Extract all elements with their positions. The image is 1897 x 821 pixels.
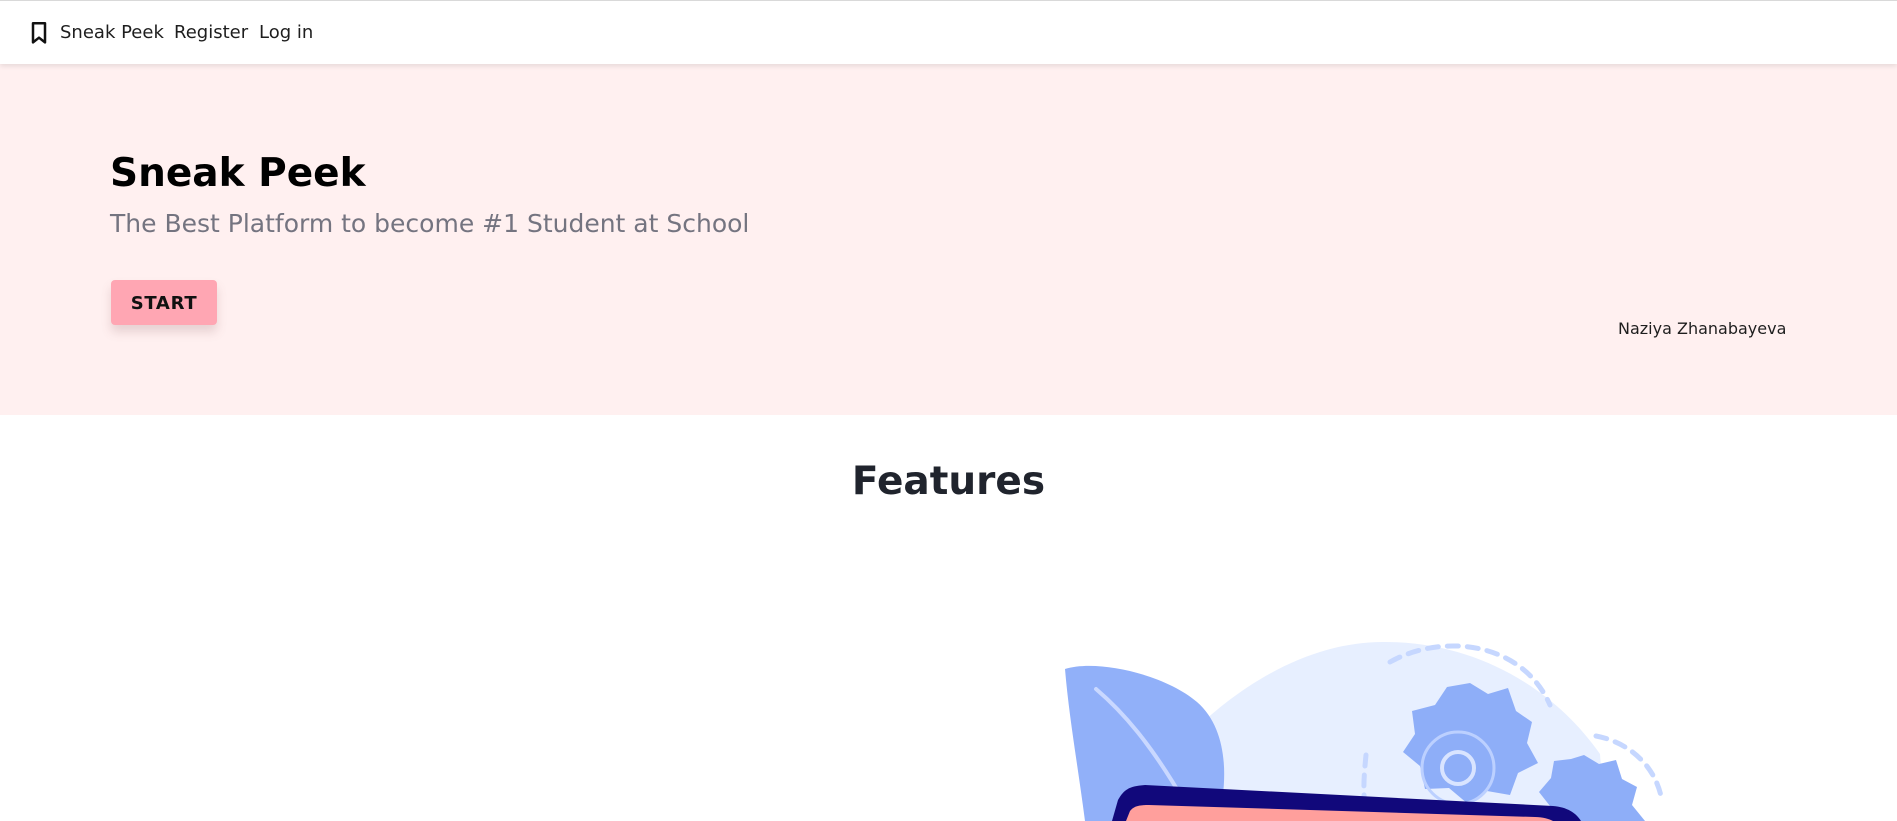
bookmark-icon — [30, 21, 48, 45]
hero-subtitle: The Best Platform to become #1 Student a… — [110, 209, 750, 238]
login-link[interactable]: Log in — [259, 20, 313, 46]
features-title: Features — [851, 459, 1046, 504]
hero-section: Sneak Peek The Best Platform to become #… — [0, 64, 1897, 415]
brand-label: Sneak Peek — [60, 22, 164, 43]
brand-link[interactable]: Sneak Peek — [30, 20, 164, 46]
page-viewport: Sneak Peek Register Log in Sneak Peek Th… — [0, 0, 1897, 821]
start-button[interactable]: START — [111, 280, 217, 325]
hero-title: Sneak Peek — [110, 151, 366, 196]
register-link[interactable]: Register — [174, 20, 248, 46]
feature-illustration — [1050, 635, 1680, 821]
author-name: Naziya Zhanabayeva — [1618, 319, 1787, 338]
top-navigation-bar: Sneak Peek Register Log in — [0, 0, 1897, 64]
